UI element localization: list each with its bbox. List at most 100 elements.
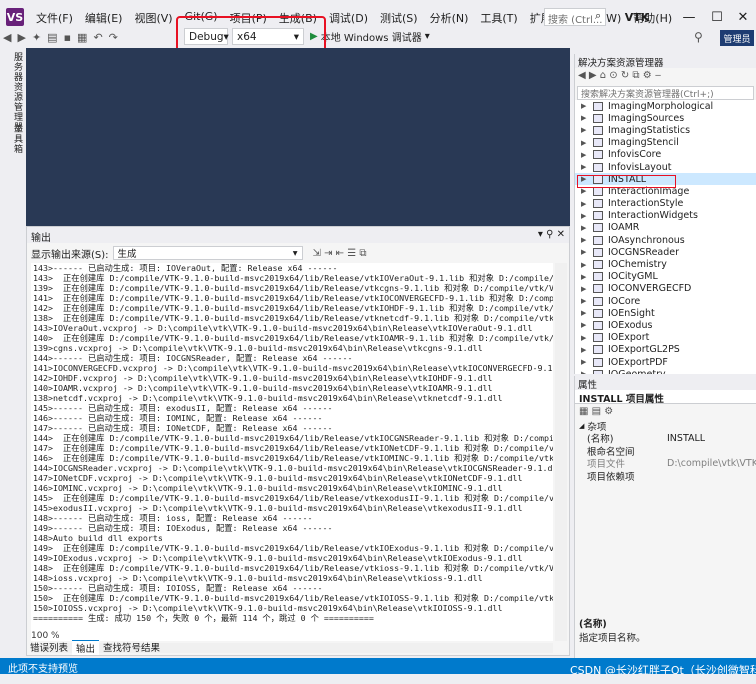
output-vertical-scrollbar[interactable]	[555, 263, 567, 641]
chevron-right-icon[interactable]: ▶	[581, 139, 589, 147]
chevron-right-icon[interactable]: ▶	[581, 102, 589, 110]
category-header[interactable]: ◢ 杂项	[575, 420, 756, 433]
chevron-right-icon[interactable]: ▶	[581, 163, 589, 171]
chevron-right-icon[interactable]: ▶	[581, 224, 589, 232]
solution-tree-item[interactable]: ▶ INSTALL	[575, 173, 756, 186]
chevron-right-icon[interactable]: ▶	[581, 370, 589, 374]
output-line: 144>IOCGNSReader.vcxproj -> D:\compile\v…	[33, 463, 553, 473]
chevron-right-icon[interactable]: ▶	[581, 151, 589, 159]
maximize-button[interactable]: ☐	[706, 8, 728, 26]
chevron-right-icon[interactable]: ▶	[581, 297, 589, 305]
menu-item[interactable]: Git(G)	[179, 10, 224, 26]
property-row[interactable]: 根命名空间	[575, 445, 756, 458]
chevron-right-icon[interactable]: ▶	[581, 114, 589, 122]
solution-tree-item[interactable]: ▶ IOGeometry	[575, 368, 756, 374]
chevron-right-icon[interactable]: ▶	[581, 236, 589, 244]
bottom-tab[interactable]: 错误列表	[26, 640, 72, 654]
output-line: 148>ioss.vcxproj -> D:\compile\vtk\VTK-9…	[33, 573, 483, 583]
solution-tree-item[interactable]: ▶ IOChemistry	[575, 258, 756, 270]
output-source-select[interactable]: 生成 ▾	[112, 246, 303, 260]
chevron-right-icon[interactable]: ▶	[581, 358, 589, 366]
server-explorer-tab[interactable]: 服务器资源管理器	[10, 52, 24, 132]
solution-tree-item[interactable]: ▶ InteractionImage	[575, 185, 756, 197]
bottom-tab[interactable]: 查找符号结果	[99, 640, 164, 654]
output-tool-icons[interactable]: ⇲ ⇥ ⇤ ☰ ⧉	[313, 248, 367, 259]
menu-item[interactable]: 文件(F)	[30, 10, 79, 26]
solution-tree-item[interactable]: ▶ IOCityGML	[575, 271, 756, 283]
menu-item[interactable]: 生成(B)	[273, 10, 323, 26]
new-project-icon[interactable]: ✦	[29, 31, 44, 44]
menu-item[interactable]: 项目(P)	[224, 10, 273, 26]
solution-tree-item[interactable]: ▶ InfovisCore	[575, 149, 756, 161]
chevron-right-icon[interactable]: ▶	[581, 212, 589, 220]
chevron-right-icon[interactable]: ▶	[581, 273, 589, 281]
chevron-right-icon[interactable]: ▶	[581, 200, 589, 208]
solution-tree-item[interactable]: ▶ InteractionWidgets	[575, 210, 756, 222]
solution-tree-item[interactable]: ▶ InteractionStyle	[575, 198, 756, 210]
solution-tree-item[interactable]: ▶ ImagingMorphological	[575, 100, 756, 112]
solution-explorer-toolbar[interactable]: ◀ ▶ ⌂ ⊙ ↻ ⧉ ⚙ ‒	[575, 68, 756, 86]
solution-tree-item[interactable]: ▶ IOCore	[575, 295, 756, 307]
menu-item[interactable]: 分析(N)	[424, 10, 475, 26]
search-icon[interactable]: ⌕	[595, 9, 601, 23]
solution-tree-item[interactable]: ▶ IOAMR	[575, 222, 756, 234]
property-row[interactable]: 项目文件D:\compile\vtk\VTK-9.1	[575, 457, 756, 471]
solution-tree-item[interactable]: ▶ IOCGNSReader	[575, 246, 756, 258]
chevron-right-icon[interactable]: ▶	[581, 175, 589, 183]
chevron-right-icon[interactable]: ▶	[581, 321, 589, 329]
chevron-right-icon[interactable]: ▶	[581, 187, 589, 195]
chevron-right-icon[interactable]: ▶	[581, 346, 589, 354]
menu-item[interactable]: 测试(S)	[374, 10, 424, 26]
solution-tree-item[interactable]: ▶ ImagingStencil	[575, 137, 756, 149]
solution-tree-item[interactable]: ▶ InfovisLayout	[575, 161, 756, 173]
output-source-value: 生成	[117, 249, 137, 260]
solution-tree-item[interactable]: ▶ IOExodus	[575, 319, 756, 331]
output-line: 144> 正在创建库 D:/compile/VTK-9.1.0-build-ms…	[33, 433, 553, 443]
solution-tree-item[interactable]: ▶ ImagingStatistics	[575, 124, 756, 136]
platform-select[interactable]: x64 ▾	[232, 28, 304, 45]
properties-title: 属性	[575, 376, 756, 391]
properties-toolbar[interactable]: ▦ ▤ ⚙	[575, 404, 756, 420]
solution-tree-item[interactable]: ▶ ImagingSources	[575, 112, 756, 124]
save-all-icon[interactable]: ▦	[74, 31, 90, 44]
property-value[interactable]: D:\compile\vtk\VTK-9.1	[667, 458, 756, 469]
chevron-right-icon[interactable]: ▶	[581, 126, 589, 134]
output-window-controls[interactable]: ▾ ⚲ ✕	[538, 229, 565, 241]
admin-badge[interactable]: 管理员	[720, 30, 754, 46]
back-icon[interactable]: ◀	[0, 31, 14, 44]
property-value[interactable]: INSTALL	[667, 433, 756, 444]
open-icon[interactable]: ▤	[44, 31, 60, 44]
menu-item[interactable]: 工具(T)	[474, 10, 523, 26]
output-line: 148>------ 已启动生成: 项目: ioss, 配置: Release …	[33, 513, 313, 523]
menu-item[interactable]: 编辑(E)	[79, 10, 129, 26]
solution-tree-item[interactable]: ▶ IOEnSight	[575, 307, 756, 319]
solution-tree-item[interactable]: ▶ IOAsynchronous	[575, 234, 756, 246]
menu-item[interactable]: 视图(V)	[128, 10, 178, 26]
chevron-right-icon[interactable]: ▶	[581, 309, 589, 317]
save-icon[interactable]: ▪	[61, 31, 74, 44]
redo-icon[interactable]: ↷	[106, 31, 121, 44]
forward-icon[interactable]: ▶	[14, 31, 28, 44]
solution-tree-item-label: ImagingStencil	[608, 137, 679, 149]
chevron-right-icon[interactable]: ▶	[581, 261, 589, 269]
property-row[interactable]: (名称) INSTALL	[575, 432, 756, 446]
config-select[interactable]: Debug ▾	[184, 28, 229, 45]
toolbox-tab[interactable]: 工具箱	[10, 124, 24, 154]
solution-search-input[interactable]: 搜索解决方案资源管理器(Ctrl+;)	[577, 86, 754, 100]
menu-item[interactable]: 调试(D)	[323, 10, 374, 26]
undo-icon[interactable]: ↶	[90, 31, 105, 44]
property-row[interactable]: 项目依赖项	[575, 470, 756, 483]
chevron-right-icon[interactable]: ▶	[581, 285, 589, 293]
bottom-tab[interactable]: 输出	[72, 639, 100, 655]
solution-tree-item[interactable]: ▶ IOCONVERGECFD	[575, 283, 756, 295]
live-share-icon[interactable]: ⚲	[694, 30, 703, 44]
solution-tree-item[interactable]: ▶ IOExportPDF	[575, 356, 756, 368]
output-line: 147>------ 已启动生成: 项目: IONetCDF, 配置: Rele…	[33, 423, 333, 433]
minimize-button[interactable]: —	[678, 8, 700, 26]
chevron-right-icon[interactable]: ▶	[581, 334, 589, 342]
solution-tree-item[interactable]: ▶ IOExport	[575, 332, 756, 344]
close-button[interactable]: ✕	[732, 8, 754, 26]
chevron-right-icon[interactable]: ▶	[581, 248, 589, 256]
run-debugger-button[interactable]: ▶ 本地 Windows 调试器 ▾	[310, 29, 430, 44]
solution-tree-item[interactable]: ▶ IOExportGL2PS	[575, 344, 756, 356]
